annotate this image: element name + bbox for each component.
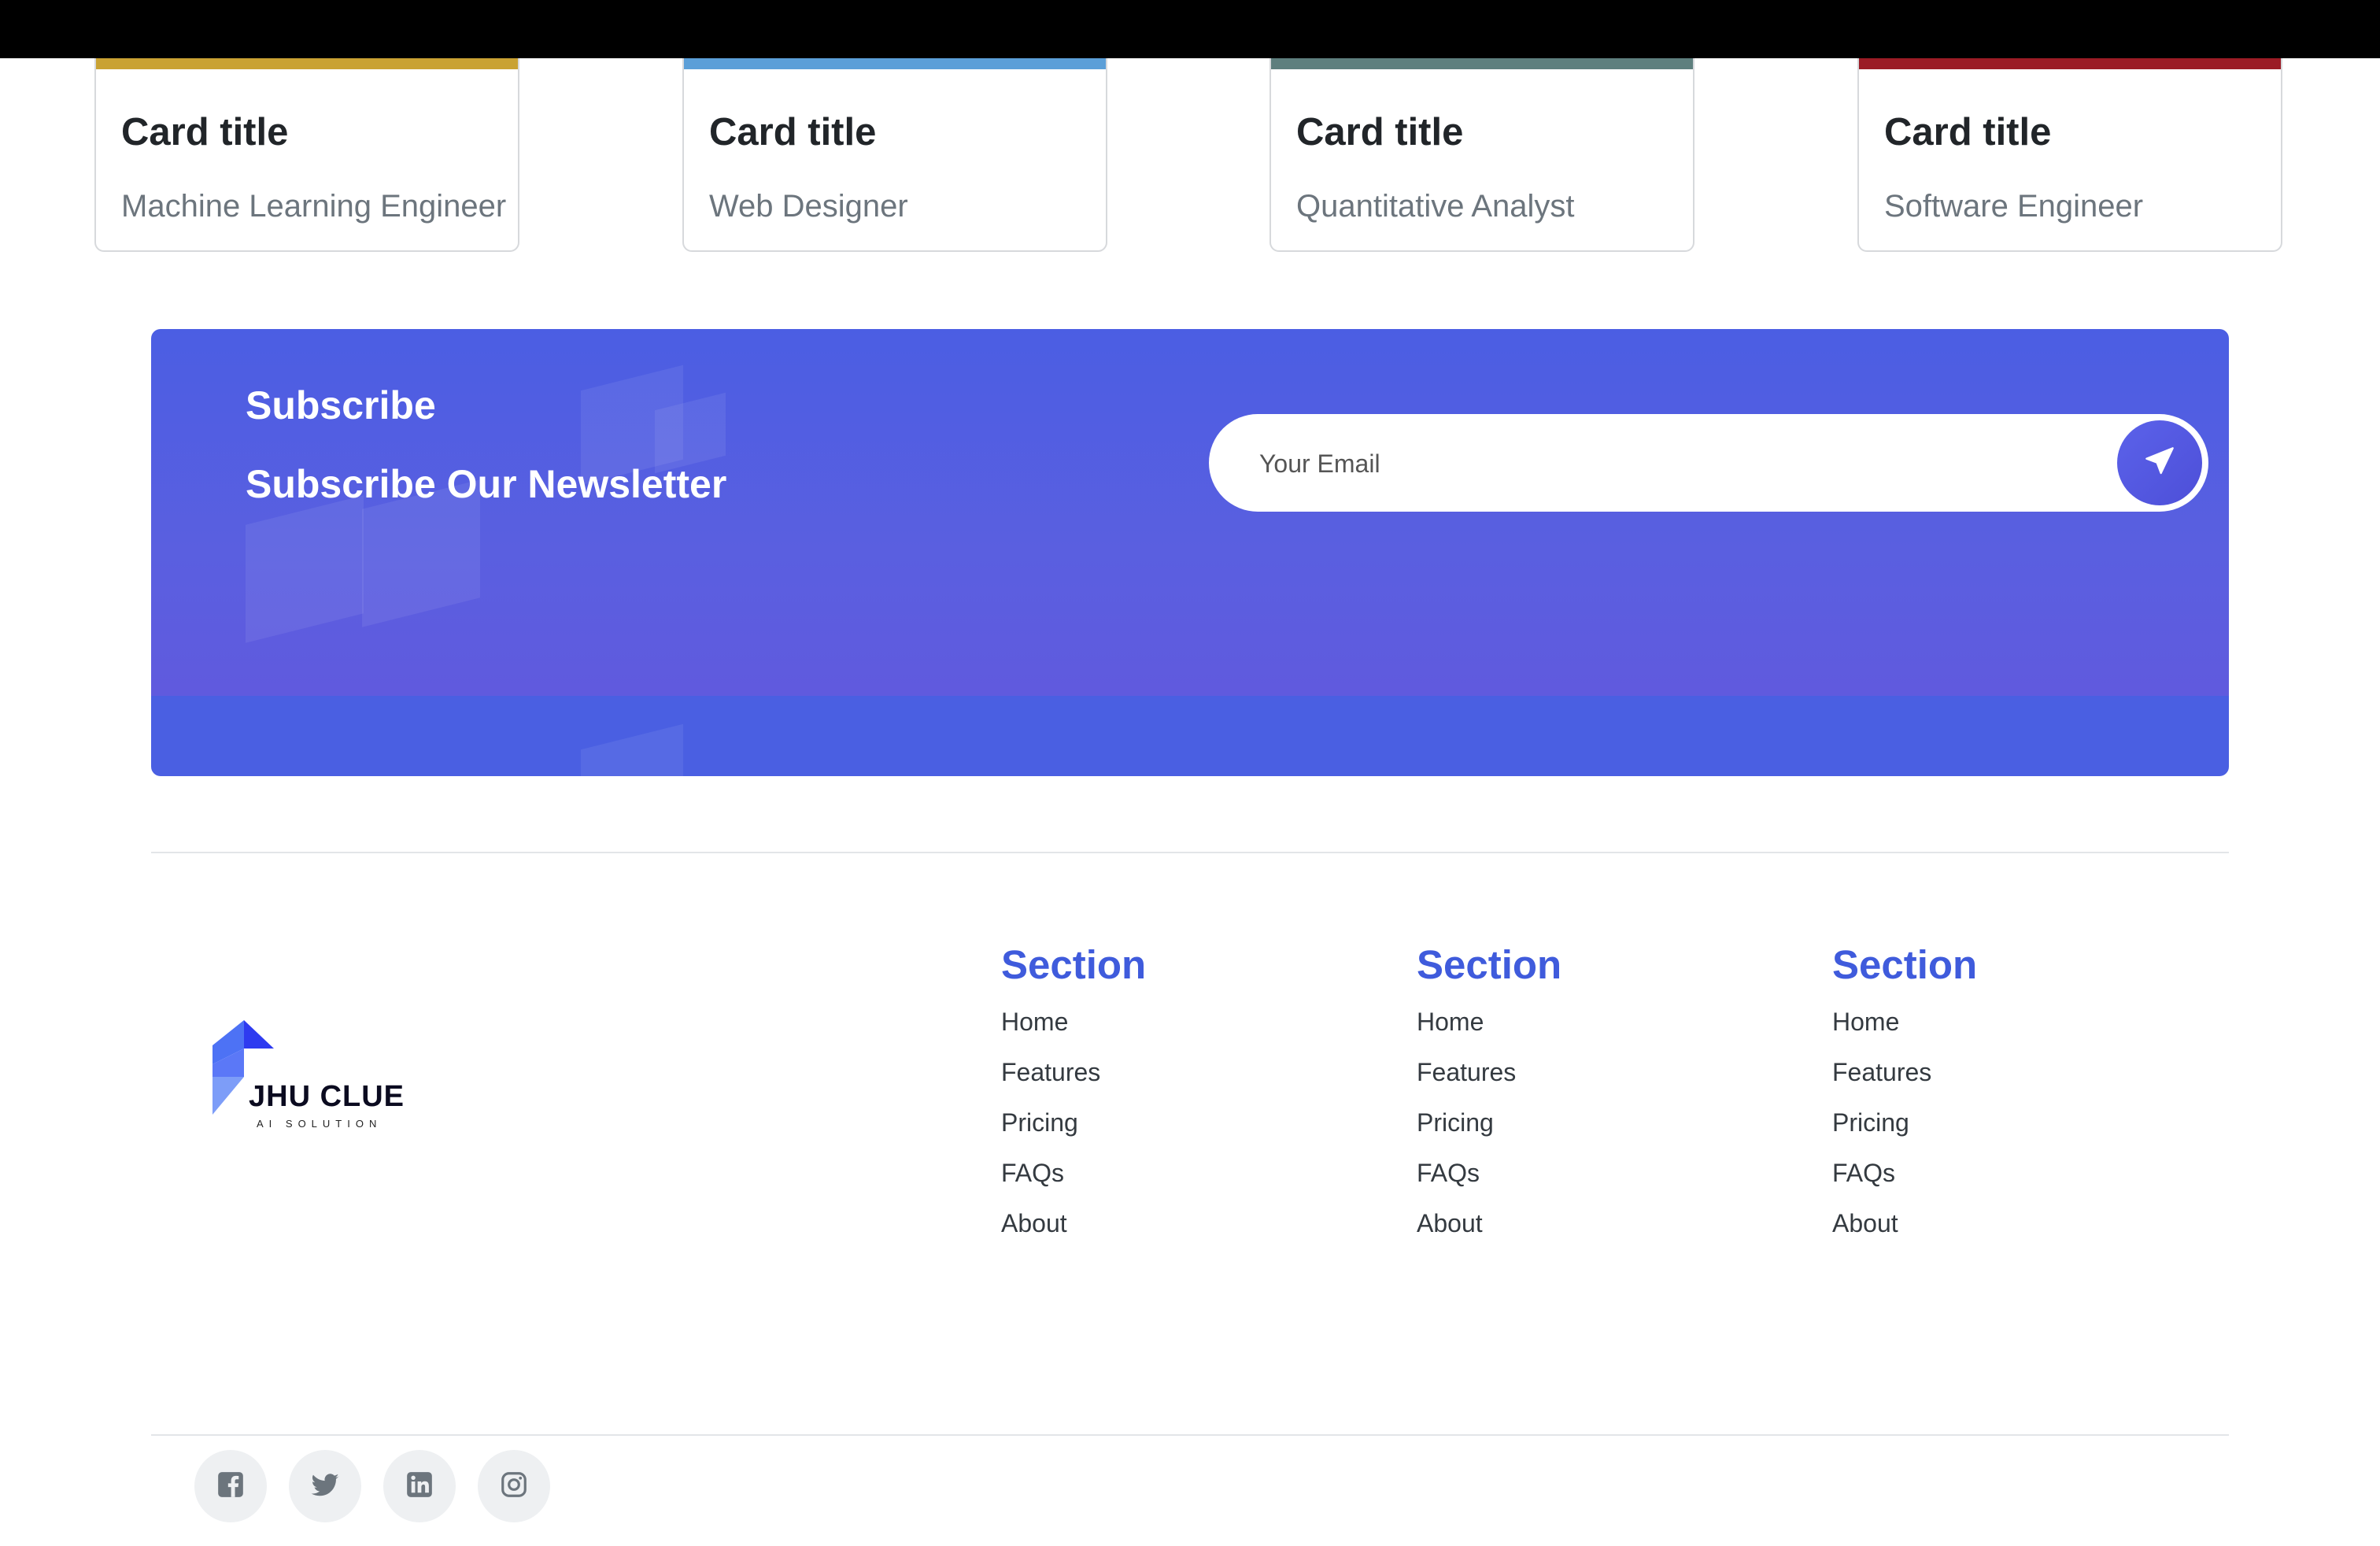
footer-link[interactable]: FAQs — [1417, 1159, 1516, 1209]
footer-section-heading: Section — [1417, 942, 1562, 987]
facebook-icon — [216, 1470, 246, 1503]
footer-link[interactable]: Pricing — [1001, 1108, 1100, 1159]
footer-section: Section Home Features Pricing FAQs About — [1417, 941, 1562, 1237]
paper-plane-icon — [2144, 446, 2175, 481]
footer-link[interactable]: Home — [1832, 1008, 1931, 1058]
footer-link[interactable]: Home — [1001, 1008, 1100, 1058]
footer-section: Section Home Features Pricing FAQs About — [1832, 941, 1978, 1237]
footer-link[interactable]: FAQs — [1832, 1159, 1931, 1209]
profile-card[interactable]: Card title Machine Learning Engineer — [94, 58, 519, 252]
brand-logo[interactable] — [213, 1020, 417, 1130]
footer-link[interactable]: Home — [1417, 1008, 1516, 1058]
footer-link[interactable]: FAQs — [1001, 1159, 1100, 1209]
newsletter-banner: Subscribe Subscribe Our Newsletter — [151, 329, 2229, 776]
card-subtitle: Web Designer — [709, 189, 908, 224]
footer-link[interactable]: About — [1001, 1209, 1100, 1259]
twitter-icon — [310, 1470, 340, 1503]
footer-links: Home Features Pricing FAQs About — [1001, 1008, 1100, 1259]
profile-card[interactable]: Card title Quantitative Analyst — [1269, 58, 1694, 252]
card-title: Card title — [121, 111, 289, 153]
card-title: Card title — [709, 111, 877, 153]
card-title: Card title — [1884, 111, 2052, 153]
email-form — [1209, 414, 2208, 512]
footer-link[interactable]: About — [1832, 1209, 1931, 1259]
instagram-link[interactable] — [478, 1450, 550, 1522]
footer-section-heading: Section — [1001, 942, 1147, 987]
card-photo — [1271, 58, 1693, 69]
footer-links: Home Features Pricing FAQs About — [1832, 1008, 1931, 1259]
subscribe-button[interactable] — [2117, 420, 2202, 505]
card-subtitle: Software Engineer — [1884, 189, 2144, 224]
footer-section-heading: Section — [1832, 942, 1978, 987]
footer-link[interactable]: Pricing — [1417, 1108, 1516, 1159]
email-input[interactable] — [1258, 435, 2048, 493]
footer-section: Section Home Features Pricing FAQs About — [1001, 941, 1147, 1237]
footer-link[interactable]: Features — [1832, 1058, 1931, 1108]
twitter-link[interactable] — [289, 1450, 361, 1522]
divider — [151, 1434, 2229, 1436]
decorative-shape — [246, 495, 364, 643]
card-photo — [684, 58, 1106, 69]
card-photo — [96, 58, 518, 69]
footer-links: Home Features Pricing FAQs About — [1417, 1008, 1516, 1259]
profile-card[interactable]: Card title Software Engineer — [1857, 58, 2282, 252]
newsletter-title: Subscribe — [246, 383, 436, 427]
decorative-shape — [581, 723, 683, 776]
brand-name: JHU CLUE — [249, 1080, 405, 1113]
card-photo — [1859, 58, 2281, 69]
facebook-link[interactable] — [194, 1450, 267, 1522]
footer-link[interactable]: About — [1417, 1209, 1516, 1259]
card-subtitle: Machine Learning Engineer — [121, 189, 507, 224]
divider — [151, 852, 2229, 853]
newsletter-subtitle: Subscribe Our Newsletter — [246, 462, 727, 506]
card-title: Card title — [1296, 111, 1464, 153]
instagram-icon — [499, 1470, 529, 1503]
profile-card[interactable]: Card title Web Designer — [682, 58, 1107, 252]
footer-link[interactable]: Pricing — [1832, 1108, 1931, 1159]
brand-tagline: AI SOLUTION — [257, 1118, 382, 1130]
card-subtitle: Quantitative Analyst — [1296, 189, 1575, 224]
footer-link[interactable]: Features — [1001, 1058, 1100, 1108]
top-bar — [0, 0, 2380, 58]
linkedin-link[interactable] — [383, 1450, 456, 1522]
linkedin-icon — [405, 1470, 434, 1503]
footer-link[interactable]: Features — [1417, 1058, 1516, 1108]
